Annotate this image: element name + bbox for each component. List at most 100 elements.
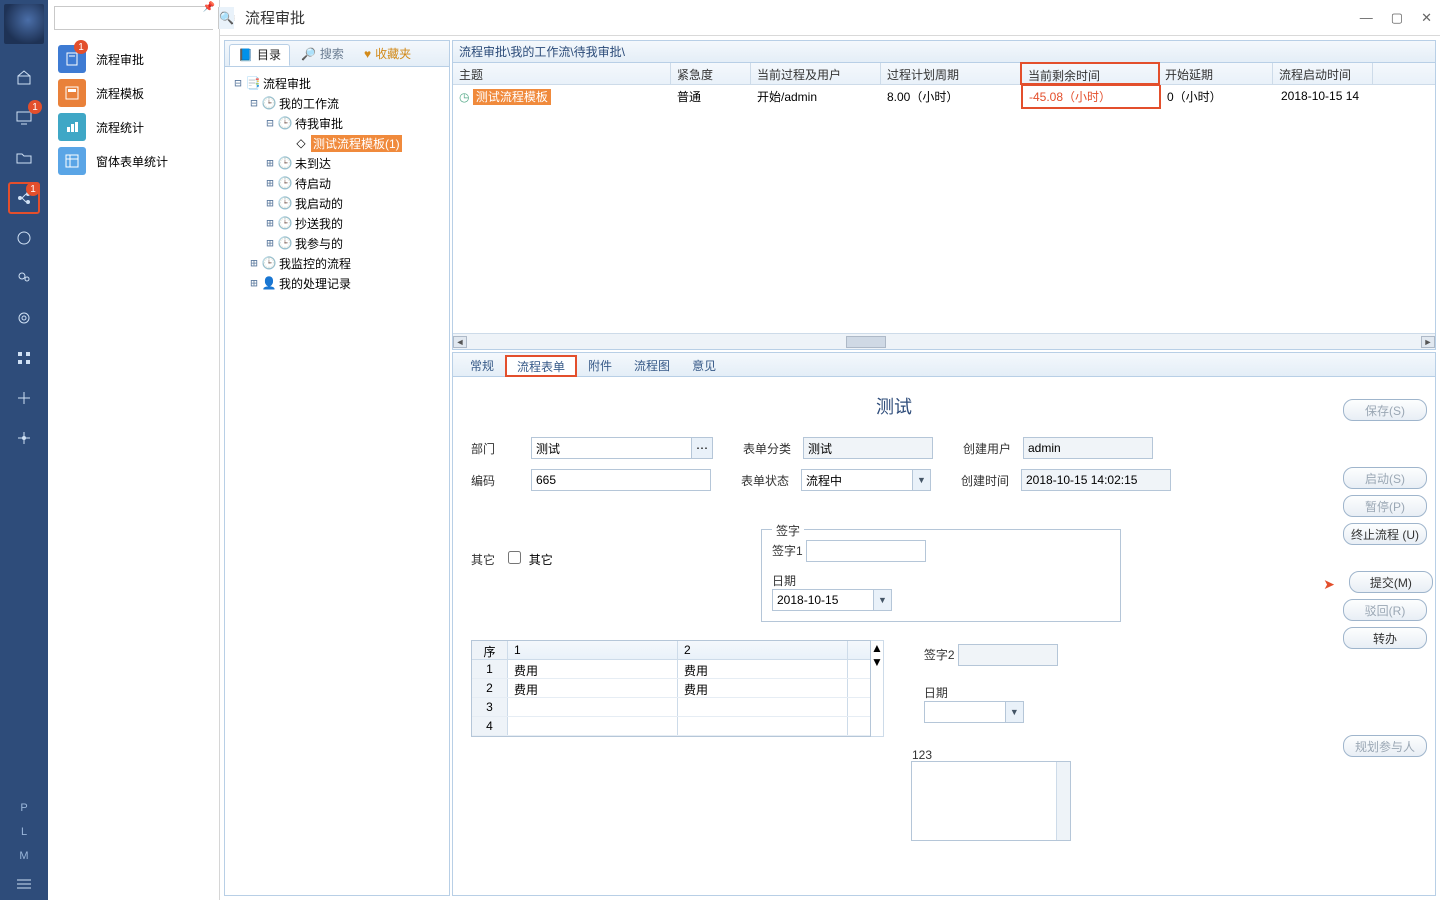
mini-row[interactable]: 3 [472, 698, 870, 717]
col-delay[interactable]: 开始延期 [1159, 63, 1273, 84]
mini-row[interactable]: 1费用费用 [472, 660, 870, 679]
nav-template[interactable]: 流程模板 [54, 76, 213, 110]
dtab-general[interactable]: 常规 [459, 354, 505, 376]
search-input[interactable] [55, 7, 218, 29]
code-input[interactable] [531, 469, 711, 491]
col-subject[interactable]: 主题 [453, 63, 671, 84]
other-group: 其它 其它 [471, 551, 731, 568]
horizontal-scrollbar[interactable]: ◄ ► [453, 333, 1435, 349]
grid-row[interactable]: ◷ 测试流程模板 普通 开始/admin 8.00（小时） -45.08（小时）… [453, 85, 1435, 107]
reject-button[interactable]: 驳回(R) [1343, 599, 1427, 621]
terminate-button[interactable]: 终止流程 (U) [1343, 523, 1427, 545]
tree-my-workflow[interactable]: ⊟🕒我的工作流 [227, 93, 447, 113]
pin-icon[interactable]: 📌 [203, 2, 215, 13]
submit-button[interactable]: 提交(M) [1349, 571, 1433, 593]
expand-icon[interactable]: ⊞ [263, 236, 277, 250]
dtab-opinion[interactable]: 意见 [681, 354, 727, 376]
code-label: 编码 [471, 472, 531, 489]
tree-participated[interactable]: ⊞🕒我参与的 [227, 233, 447, 253]
nav-approval[interactable]: 流程审批 1 [54, 42, 213, 76]
chevron-down-icon[interactable]: ▼ [874, 589, 892, 611]
tree-monitored[interactable]: ⊞🕒我监控的流程 [227, 253, 447, 273]
dept-input[interactable] [531, 437, 691, 459]
date-picker[interactable]: ▼ [772, 589, 1110, 611]
collapse-icon[interactable]: ⊟ [247, 96, 261, 110]
scroll-down-icon[interactable]: ▼ [871, 655, 883, 669]
text-area[interactable]: 123 [911, 761, 1071, 841]
tab-favorites[interactable]: ♥收藏夹 [355, 43, 420, 65]
move-icon[interactable] [8, 422, 40, 454]
chevron-down-icon[interactable]: ▼ [1006, 701, 1024, 723]
col-urgency[interactable]: 紧急度 [671, 63, 751, 84]
letter-m[interactable]: M [19, 844, 28, 868]
collapse-icon[interactable]: ⊟ [263, 116, 277, 130]
expand-icon[interactable]: ⊞ [247, 276, 261, 290]
dtab-form[interactable]: 流程表单 [505, 355, 577, 377]
mini-row[interactable]: 4 [472, 717, 870, 736]
transfer-button[interactable]: 转办 [1343, 627, 1427, 649]
scroll-up-icon[interactable]: ▲ [871, 641, 883, 655]
home-icon[interactable] [8, 62, 40, 94]
nav-formstats[interactable]: 窗体表单统计 [54, 144, 213, 178]
close-button[interactable]: ✕ [1421, 10, 1432, 26]
sign1-input[interactable] [806, 540, 926, 562]
tab-search[interactable]: 🔎搜索 [292, 43, 353, 65]
mh-1[interactable]: 1 [508, 641, 678, 659]
state-select[interactable]: ▼ [801, 469, 931, 491]
folder-icon[interactable] [8, 142, 40, 174]
pause-button[interactable]: 暂停(P) [1343, 495, 1427, 517]
col-plan[interactable]: 过程计划周期 [881, 63, 1021, 84]
tab-directory[interactable]: 📘目录 [229, 44, 290, 66]
tree-my-records[interactable]: ⊞👤我的处理记录 [227, 273, 447, 293]
date2-picker[interactable]: ▼ [924, 701, 1058, 723]
menu-icon[interactable] [8, 872, 40, 896]
textarea-scrollbar[interactable] [1056, 762, 1070, 840]
col-current[interactable]: 当前过程及用户 [751, 63, 881, 84]
tree-pending-start[interactable]: ⊞🕒待启动 [227, 173, 447, 193]
mh-index: 序号 [472, 641, 508, 659]
tree-pending[interactable]: ⊟🕒待我审批 [227, 113, 447, 133]
link-icon[interactable] [8, 222, 40, 254]
col-start[interactable]: 流程启动时间 [1273, 63, 1373, 84]
compass-icon[interactable] [8, 382, 40, 414]
search-button[interactable]: 🔍 [218, 7, 234, 29]
tree-started-by-me[interactable]: ⊞🕒我启动的 [227, 193, 447, 213]
dtab-attach[interactable]: 附件 [577, 354, 623, 376]
expand-icon[interactable]: ⊞ [263, 216, 277, 230]
save-button[interactable]: 保存(S) [1343, 399, 1427, 421]
mh-2[interactable]: 2 [678, 641, 848, 659]
scroll-left-icon[interactable]: ◄ [453, 336, 467, 348]
mini-row[interactable]: 2费用费用 [472, 679, 870, 698]
scroll-right-icon[interactable]: ► [1421, 336, 1435, 348]
expand-icon[interactable]: ⊞ [263, 156, 277, 170]
col-remain[interactable]: 当前剩余时间 [1020, 62, 1160, 85]
grid-icon[interactable] [8, 342, 40, 374]
sign-fieldset: 签字 签字1 日期 ▼ [761, 529, 1121, 622]
mini-vscroll[interactable]: ▲▼ [871, 640, 884, 737]
workflow-icon[interactable]: 1 [8, 182, 40, 214]
gear-icon[interactable] [8, 302, 40, 334]
plan-people-button[interactable]: 规划参与人 [1343, 735, 1427, 757]
scroll-thumb[interactable] [846, 336, 886, 348]
tree-root[interactable]: ⊟📑流程审批 [227, 73, 447, 93]
expand-icon[interactable]: ⊞ [247, 256, 261, 270]
lookup-button[interactable]: ⋯ [691, 437, 713, 459]
start-button[interactable]: 启动(S) [1343, 467, 1427, 489]
collapse-icon[interactable]: ⊟ [231, 76, 245, 90]
tree-template-node[interactable]: ◇测试流程模板(1) [227, 133, 447, 153]
monitor-icon[interactable]: 1 [8, 102, 40, 134]
expand-icon[interactable]: ⊞ [263, 196, 277, 210]
expand-icon[interactable]: ⊞ [263, 176, 277, 190]
cell-urgency: 普通 [671, 86, 751, 107]
dtab-diagram[interactable]: 流程图 [623, 354, 681, 376]
maximize-button[interactable]: ▢ [1391, 10, 1403, 26]
letter-l[interactable]: L [21, 820, 27, 844]
nav-stats[interactable]: 流程统计 [54, 110, 213, 144]
tree-not-arrived[interactable]: ⊞🕒未到达 [227, 153, 447, 173]
users-icon[interactable] [8, 262, 40, 294]
letter-p[interactable]: P [20, 796, 27, 820]
tree-cc-me[interactable]: ⊞🕒抄送我的 [227, 213, 447, 233]
minimize-button[interactable]: — [1360, 10, 1373, 26]
other-checkbox[interactable] [508, 551, 521, 564]
chevron-down-icon[interactable]: ▼ [913, 469, 931, 491]
